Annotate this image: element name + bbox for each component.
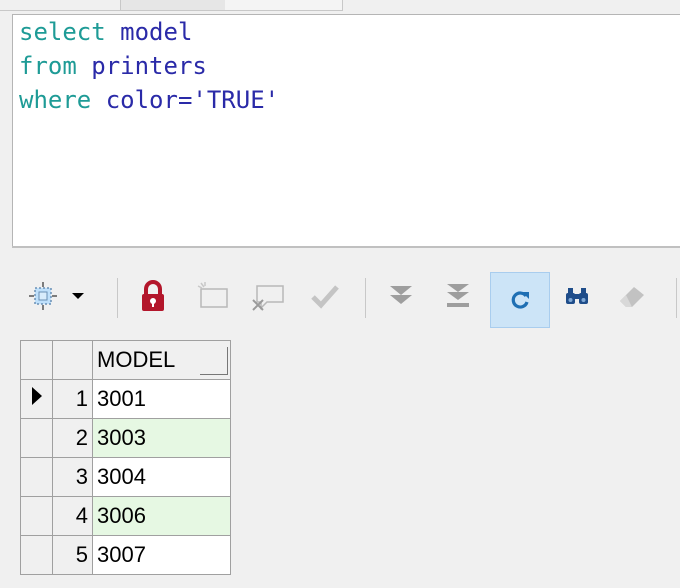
next-page-icon [390,286,412,304]
tab-2[interactable] [120,0,226,11]
code-line-2: from printers [13,49,680,83]
identifier: model [105,18,193,46]
find-button[interactable] [556,274,598,318]
results-grid: MODEL 1 3001 2 3003 3 3004 4 3006 5 3007 [20,340,231,575]
column-resize-handle[interactable] [200,347,228,375]
row-number: 4 [52,496,93,536]
table-row[interactable]: 5 3007 [20,535,231,575]
delete-record-button[interactable] [248,274,290,318]
tab-strip [0,0,680,14]
column-header-model[interactable]: MODEL [92,340,231,380]
column-header-label: MODEL [97,347,176,372]
post-edit-icon [311,285,339,309]
table-row[interactable]: 3 3004 [20,457,231,497]
next-page-button[interactable] [380,274,422,318]
find-icon [566,288,588,304]
cell-model[interactable]: 3007 [92,535,231,575]
header-row: MODEL [20,340,231,380]
row-indicator [20,418,53,458]
dropdown-arrow-icon [72,293,84,299]
panel-splitter[interactable] [12,246,680,254]
grid-toolbar [12,268,680,330]
insert-record-icon [197,282,228,308]
refresh-icon [511,291,529,309]
grid-select-icon [29,282,57,310]
toolbar-separator [117,278,118,318]
code-line-3: where color='TRUE' [13,83,680,117]
cell-model[interactable]: 3004 [92,457,231,497]
row-number: 5 [52,535,93,575]
sql-editor[interactable]: select model from printers where color='… [12,14,680,246]
tab-3[interactable] [225,0,343,11]
row-indicator [20,379,53,419]
lock-icon [142,280,164,311]
delete-record-icon [252,285,284,311]
keyword: select [19,18,106,46]
last-page-icon [447,284,469,307]
row-number: 2 [52,418,93,458]
keyword: from [19,52,77,80]
tab-1[interactable] [0,0,121,11]
row-indicator [20,496,53,536]
last-page-button[interactable] [437,274,479,318]
row-indicator [20,457,53,497]
cell-model[interactable]: 3001 [92,379,231,419]
indicator-header [20,340,53,380]
result-panel: MODEL 1 3001 2 3003 3 3004 4 3006 5 3007 [12,254,680,588]
table-row[interactable]: 2 3003 [20,418,231,458]
toolbar-separator [676,278,677,318]
identifier: color='TRUE' [91,86,280,114]
row-number: 3 [52,457,93,497]
cell-model[interactable]: 3006 [92,496,231,536]
clear-button[interactable] [612,274,654,318]
row-number-header [52,340,93,380]
lock-button[interactable] [132,274,174,318]
identifier: printers [76,52,207,80]
row-number: 1 [52,379,93,419]
refresh-button[interactable] [490,272,550,328]
code-line-1: select model [13,15,680,49]
grid-select-dropdown[interactable] [66,274,90,318]
table-row[interactable]: 4 3006 [20,496,231,536]
row-indicator [20,535,53,575]
keyword: where [19,86,92,114]
insert-record-button[interactable] [192,274,234,318]
table-row[interactable]: 1 3001 [20,379,231,419]
grid-select-button[interactable] [22,274,64,318]
current-row-arrow-icon [31,387,42,405]
clear-icon [620,287,644,307]
cell-model[interactable]: 3003 [92,418,231,458]
toolbar-separator [365,278,366,318]
post-edit-button[interactable] [304,274,346,318]
